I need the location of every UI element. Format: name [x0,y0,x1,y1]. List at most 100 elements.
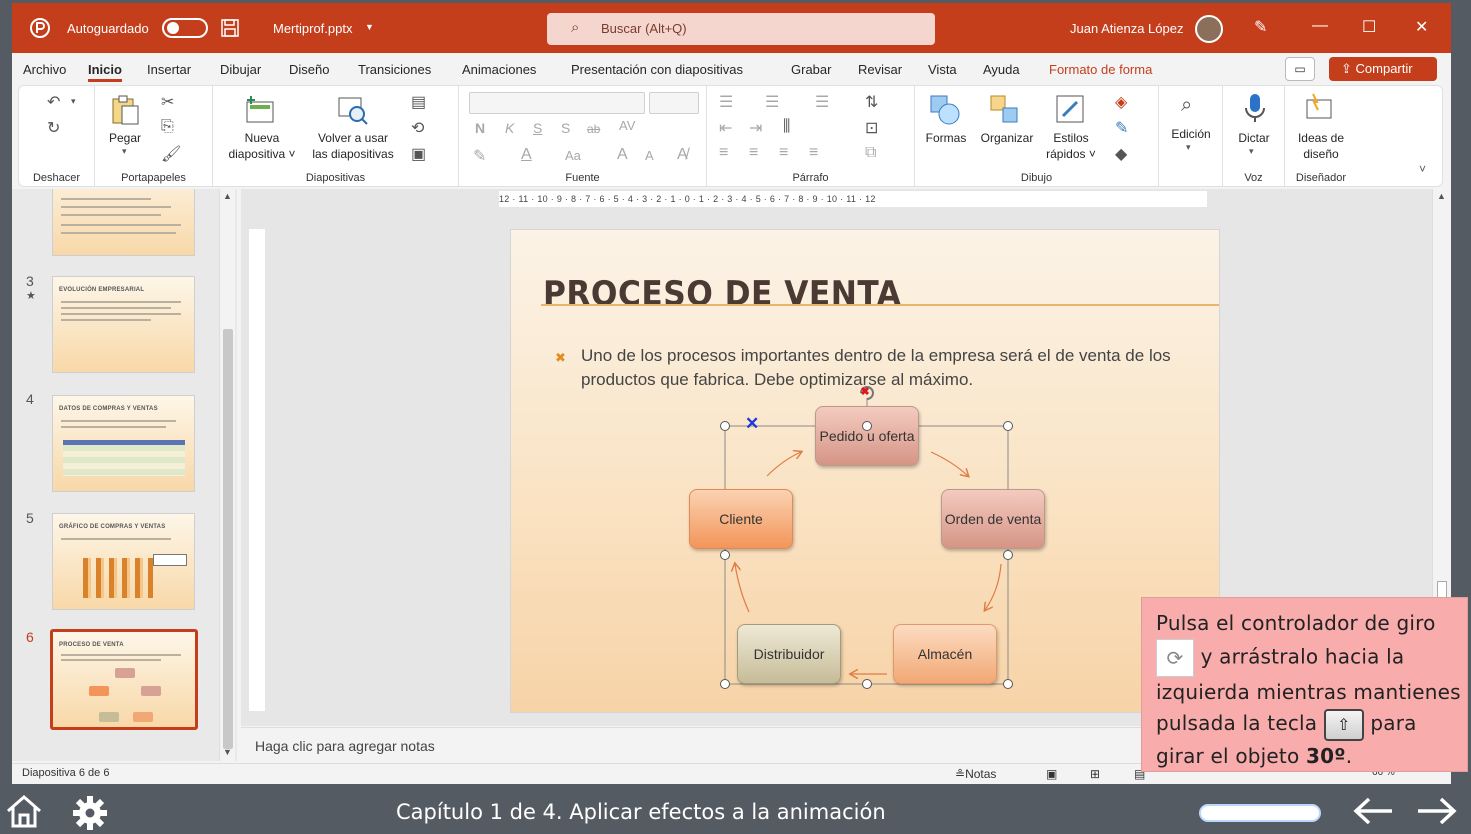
thumbnails-scrollbar[interactable]: ▲ ▼ [219,189,235,761]
shape-fill-icon[interactable]: ◈ [1115,92,1127,112]
reuse-slides-label[interactable]: Volver a usar las diapositivas [305,130,401,162]
chevron-down-icon[interactable]: ▾ [1249,146,1254,157]
decrease-indent-icon[interactable]: ⇤ [719,118,732,138]
node-almacen[interactable]: Almacén [893,624,997,684]
tab-transiciones[interactable]: Transiciones [358,62,431,77]
node-pedido-u-oferta[interactable]: Pedido u oferta [815,406,919,466]
editing-label[interactable]: Edición [1159,126,1223,142]
search-icon[interactable]: ⌕ [1181,94,1192,117]
tab-presentacion[interactable]: Presentación con diapositivas [571,62,743,77]
arrange-icon[interactable] [989,94,1021,126]
shapes-icon[interactable] [929,94,961,126]
tab-revisar[interactable]: Revisar [858,62,902,77]
numbering-icon[interactable]: ☰ [765,92,779,112]
resize-handle[interactable] [1003,550,1013,560]
tab-grabar[interactable]: Grabar [791,62,831,77]
chevron-down-icon[interactable]: ▾ [122,146,127,157]
italic-button[interactable]: K [505,120,514,136]
designer-ideas-icon[interactable] [1303,92,1335,124]
font-color-icon[interactable]: A [521,146,532,164]
tab-archivo[interactable]: Archivo [23,62,66,77]
undo-icon[interactable]: ↶ [47,92,60,112]
slide-thumbnail-4[interactable]: DATOS DE COMPRAS Y VENTAS [52,395,195,492]
font-family-select[interactable] [469,92,645,114]
underline-button[interactable]: S [533,120,542,136]
slide-canvas[interactable]: PROCESO DE VENTA ✖ Uno de los procesos i… [510,229,1220,713]
autosave-toggle[interactable] [162,18,208,38]
new-slide-label[interactable]: Nueva diapositiva ˅ [223,130,301,162]
chevron-down-icon[interactable]: ▼ [365,22,374,32]
avatar[interactable] [1195,15,1223,43]
tab-dibujar[interactable]: Dibujar [220,62,261,77]
bullets-icon[interactable]: ☰ [719,92,733,112]
line-spacing-icon[interactable]: ☰ [815,92,829,112]
new-slide-icon[interactable] [245,94,277,126]
grow-font-button[interactable]: A [617,146,628,164]
node-orden-de-venta[interactable]: Orden de venta [941,489,1045,549]
save-icon[interactable] [221,19,239,37]
increase-indent-icon[interactable]: ⇥ [749,118,762,138]
slide-sorter-icon[interactable]: ⊞ [1090,767,1100,781]
shrink-font-button[interactable]: A [645,148,654,163]
highlight-icon[interactable]: ✎ [473,146,486,166]
minimize-icon[interactable]: — [1312,17,1328,35]
resize-handle[interactable] [720,550,730,560]
clear-format-icon[interactable]: A̸ [677,146,688,164]
chevron-down-icon[interactable]: ▾ [1186,142,1191,153]
format-painter-icon[interactable]: 🖌 [161,144,181,164]
search-box[interactable]: ⌕ Buscar (Alt+Q) [547,13,935,45]
tab-insertar[interactable]: Insertar [147,62,191,77]
pen-icon[interactable]: ✎ [1254,17,1267,37]
gear-icon[interactable] [72,795,108,831]
notes-toggle[interactable]: ≗Notas [955,767,996,781]
microphone-icon[interactable] [1239,92,1271,124]
change-case-button[interactable]: Aa [565,148,581,163]
resize-handle[interactable] [1003,421,1013,431]
section-icon[interactable]: ▣ [411,144,426,164]
tab-animaciones[interactable]: Animaciones [462,62,536,77]
resize-handle[interactable] [862,421,872,431]
design-ideas-label[interactable]: Ideas de diseño [1285,130,1357,162]
user-name[interactable]: Juan Atienza López [1070,21,1183,36]
progress-bar[interactable] [1199,804,1321,822]
resize-handle[interactable] [1003,679,1013,689]
font-size-select[interactable] [649,92,699,114]
quick-styles-icon[interactable] [1055,94,1087,126]
dictate-label[interactable]: Dictar [1223,130,1285,146]
node-distribuidor[interactable]: Distribuidor [737,624,841,684]
paste-label[interactable]: Pegar [105,130,145,146]
arrange-label[interactable]: Organizar [975,130,1039,146]
slide-thumbnail-6[interactable]: PROCESO DE VENTA [50,629,198,730]
resize-handle[interactable] [862,679,872,689]
scroll-up-icon[interactable]: ▲ [223,191,232,201]
tab-inicio[interactable]: Inicio [88,62,122,82]
shape-effects-icon[interactable]: ◆ [1115,144,1127,164]
paste-icon[interactable] [109,94,141,126]
maximize-icon[interactable]: ☐ [1362,17,1376,37]
arrow-left-icon[interactable] [1352,795,1394,827]
redo-icon[interactable]: ↻ [47,118,60,138]
scroll-thumb[interactable] [223,329,233,749]
char-spacing-button[interactable]: AV [619,118,635,133]
copy-icon[interactable]: ⎘ [161,118,174,136]
slide-thumbnail-5[interactable]: GRÁFICO DE COMPRAS Y VENTAS [52,513,195,610]
tab-vista[interactable]: Vista [928,62,957,77]
align-right-icon[interactable]: ≡ [779,144,788,162]
shapes-label[interactable]: Formas [917,130,975,146]
align-text-icon[interactable]: ⊡ [865,118,878,138]
bold-button[interactable]: N [475,120,485,136]
reuse-slides-icon[interactable] [337,94,369,126]
resize-handle[interactable] [720,679,730,689]
shadow-button[interactable]: S [561,120,570,136]
comments-button[interactable]: ▭ [1285,57,1315,81]
normal-view-icon[interactable]: ▣ [1046,767,1057,781]
align-center-icon[interactable]: ≡ [749,144,758,162]
quick-styles-label[interactable]: Estilos rápidos ˅ [1041,130,1101,162]
smartart-icon[interactable]: ⧉ [865,144,876,162]
rotation-handle-icon[interactable] [855,382,879,404]
scroll-down-icon[interactable]: ▼ [223,747,232,757]
cut-icon[interactable]: ✂ [161,92,174,112]
home-icon[interactable] [4,793,44,829]
strikethrough-button[interactable]: ab [587,122,600,136]
scroll-up-icon[interactable]: ▲ [1437,191,1446,201]
